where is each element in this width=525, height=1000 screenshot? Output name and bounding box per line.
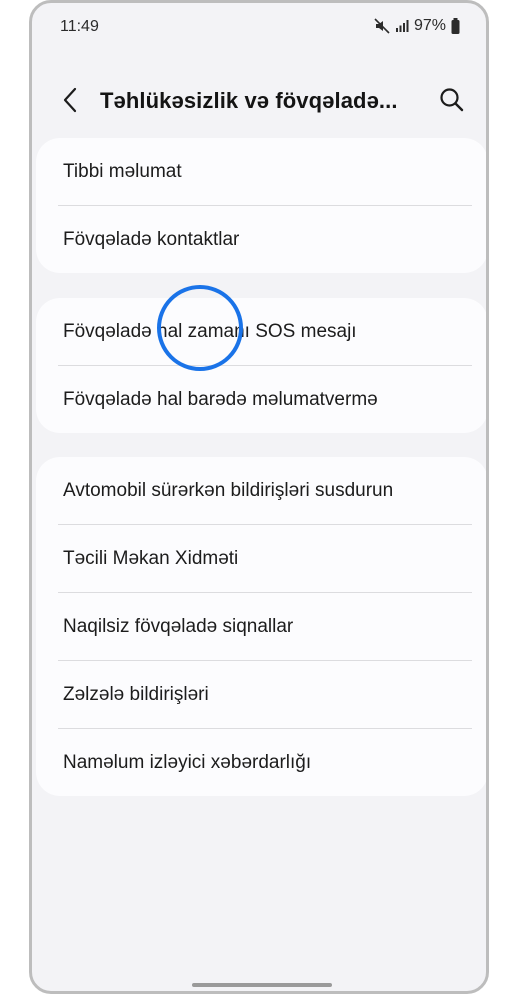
settings-card-emergency: Fövqəladə hal zamanı SOS mesajı Fövqəlad…: [36, 298, 486, 433]
search-icon: [440, 88, 464, 112]
app-header: Təhlükəsizlik və fövqəladə...: [32, 75, 486, 125]
back-button[interactable]: [58, 85, 82, 115]
settings-card-alerts: Avtomobil sürərkən bildirişləri susdurun…: [36, 457, 486, 796]
signal-icon: [395, 19, 409, 33]
status-bar: 11:49 97%: [32, 3, 486, 49]
list-item-wireless-alerts[interactable]: Naqilsiz fövqəladə siqnallar: [36, 593, 486, 660]
list-item-label: Zəlzələ bildirişləri: [63, 683, 209, 705]
list-item-driving-mute[interactable]: Avtomobil sürərkən bildirişləri susdurun: [36, 457, 486, 524]
list-item-tracker-alerts[interactable]: Naməlum izləyici xəbərdarlığı: [36, 729, 486, 796]
list-item-label: Naməlum izləyici xəbərdarlığı: [63, 751, 312, 773]
list-item-label: Fövqəladə hal zamanı SOS mesajı: [63, 320, 357, 342]
home-indicator[interactable]: [192, 983, 332, 987]
settings-card-medical: Tibbi məlumat Fövqəladə kontaktlar: [36, 138, 486, 273]
chevron-left-icon: [63, 87, 77, 113]
list-item-label: Naqilsiz fövqəladə siqnallar: [63, 615, 294, 637]
search-button[interactable]: [438, 86, 466, 114]
list-item-label: Tibbi məlumat: [63, 160, 182, 182]
list-item-location-service[interactable]: Təcili Məkan Xidməti: [36, 525, 486, 592]
list-item-label: Fövqəladə hal barədə məlumatvermə: [63, 388, 378, 410]
battery-percentage: 97%: [413, 17, 446, 34]
mute-icon: [374, 18, 390, 34]
status-time: 11:49: [60, 18, 99, 35]
list-item-earthquake-alerts[interactable]: Zəlzələ bildirişləri: [36, 661, 486, 728]
page-title: Təhlükəsizlik və fövqəladə...: [100, 88, 398, 113]
list-item-emergency-sharing[interactable]: Fövqəladə hal barədə məlumatvermə: [36, 366, 486, 433]
list-item-label: Avtomobil sürərkən bildirişləri susdurun: [63, 479, 394, 501]
list-item-sos-message[interactable]: Fövqəladə hal zamanı SOS mesajı: [36, 298, 486, 365]
list-item-label: Təcili Məkan Xidməti: [63, 547, 239, 569]
list-item-emergency-contacts[interactable]: Fövqəladə kontaktlar: [36, 206, 486, 273]
status-icons: 97%: [374, 17, 460, 35]
battery-icon: [451, 18, 460, 34]
list-item-medical-info[interactable]: Tibbi məlumat: [36, 138, 486, 205]
list-item-label: Fövqəladə kontaktlar: [63, 228, 240, 250]
phone-frame: 11:49 97% Təhlükəsizlik və fövqəladə... …: [29, 0, 489, 994]
